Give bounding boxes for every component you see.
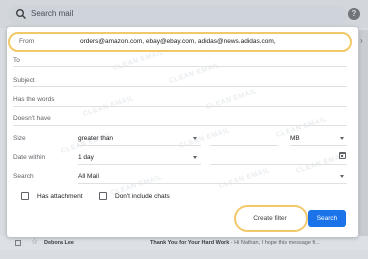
chevron-down-icon[interactable] <box>340 175 344 178</box>
date-field[interactable] <box>210 164 347 165</box>
size-value-field[interactable] <box>210 145 278 146</box>
size-unit-select[interactable]: MB <box>290 135 300 142</box>
search-scope-underline <box>78 183 347 184</box>
size-label: Size <box>13 135 26 142</box>
search-button[interactable]: Search <box>308 210 346 227</box>
date-within-select[interactable]: 1 day <box>78 154 94 161</box>
subject-label[interactable]: Subject <box>13 77 35 84</box>
search-scope-label: Search <box>13 173 34 180</box>
chevron-down-icon[interactable] <box>193 137 197 140</box>
side-panel-edge <box>359 30 368 240</box>
row-checkbox[interactable] <box>15 240 21 246</box>
search-filter-dialog <box>7 27 358 237</box>
dont-include-chats-checkbox[interactable] <box>99 192 107 200</box>
to-field[interactable] <box>13 66 347 67</box>
has-attachment-label[interactable]: Has attachment <box>37 193 83 200</box>
help-icon[interactable]: ? <box>348 8 360 20</box>
email-snippet: - Hi Nathan, I hope this message fi... <box>229 240 320 246</box>
subject-field[interactable] <box>13 86 347 87</box>
to-label[interactable]: To <box>13 57 20 64</box>
email-subject-line: Thank You for Your Hard Work - Hi Nathan… <box>150 240 320 246</box>
from-label: From <box>19 38 35 45</box>
chevron-down-icon[interactable] <box>193 156 197 159</box>
dont-include-chats-label[interactable]: Don't include chats <box>115 193 170 200</box>
search-scope-select[interactable]: All Mail <box>78 173 99 180</box>
email-subject: Thank You for Your Hard Work <box>150 240 230 246</box>
date-within-label: Date within <box>13 154 46 161</box>
star-icon[interactable]: ☆ <box>31 238 38 246</box>
chevron-right-icon[interactable]: › <box>360 36 363 45</box>
size-operator-select[interactable]: greater than <box>78 135 113 142</box>
doesnt-have-field[interactable] <box>13 125 347 126</box>
search-icon <box>16 9 26 19</box>
from-field[interactable]: orders@amazon.com, ebay@ebay.com, adidas… <box>80 38 276 45</box>
email-sender: Debora Lee <box>44 240 74 246</box>
has-words-field[interactable] <box>13 106 347 107</box>
size-unit-underline <box>290 145 347 146</box>
create-filter-button[interactable]: Create filter <box>242 210 298 227</box>
has-words-label[interactable]: Has the words <box>13 96 55 103</box>
chevron-down-icon[interactable] <box>340 137 344 140</box>
search-placeholder[interactable]: Search mail <box>31 9 73 18</box>
doesnt-have-label[interactable]: Doesn't have <box>13 115 51 122</box>
calendar-icon[interactable] <box>339 152 346 159</box>
email-row[interactable]: ☆ Debora Lee Thank You for Your Hard Wor… <box>0 236 368 250</box>
size-operator-underline <box>78 145 201 146</box>
date-within-underline <box>78 164 201 165</box>
has-attachment-checkbox[interactable] <box>21 192 29 200</box>
